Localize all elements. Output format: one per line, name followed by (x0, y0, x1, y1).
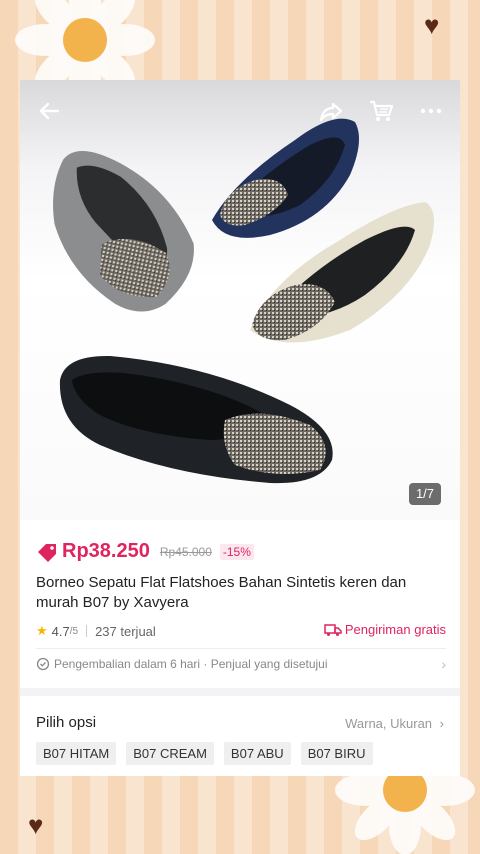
black-shoe (59, 355, 333, 484)
variant-chips: B07 HITAM B07 CREAM B07 ABU B07 BIRU (36, 742, 373, 765)
product-page: 1/7 Rp38.250 Rp45.000 -15% Borneo Sepatu… (20, 80, 460, 776)
back-arrow-icon[interactable] (34, 96, 64, 126)
share-icon[interactable] (316, 96, 346, 126)
grey-shoe (53, 150, 194, 312)
variant-chip-abu[interactable]: B07 ABU (223, 742, 291, 765)
discount-badge: -15% (219, 543, 254, 560)
more-icon[interactable] (416, 96, 446, 126)
heart-icon-bottom-left: ♥ (28, 810, 44, 840)
divider (36, 648, 446, 649)
original-price: Rp45.000 (159, 544, 212, 559)
product-image-gallery[interactable]: 1/7 (20, 80, 460, 520)
sold-count: 237 terjual (95, 623, 156, 639)
tag-icon (38, 543, 56, 562)
rating-row: ★ 4.7 /5 237 terjual Pengiriman gratis (36, 622, 446, 640)
truck-icon (324, 623, 342, 636)
options-heading: Pilih opsi (36, 714, 97, 731)
current-price: Rp38.250 (62, 540, 150, 562)
rating-max: /5 (69, 625, 79, 637)
return-policy-row[interactable]: Pengembalian dalam 6 hari · Penjual yang… (36, 653, 446, 675)
variant-chip-biru[interactable]: B07 BIRU (300, 742, 373, 765)
product-title: Borneo Sepatu Flat Flatshoes Bahan Sinte… (36, 574, 407, 611)
top-bar (20, 80, 460, 142)
variant-chip-hitam[interactable]: B07 HITAM (36, 742, 117, 765)
price-row: Rp38.250 Rp45.000 -15% (36, 540, 254, 563)
free-shipping-badge[interactable]: Pengiriman gratis (324, 622, 446, 637)
return-policy-text: Pengembalian dalam 6 hari · Penjual yang… (54, 657, 328, 671)
heart-icon-top-right: ♥ (424, 10, 440, 40)
chevron-right-icon: › (441, 656, 446, 672)
star-icon: ★ (36, 623, 48, 638)
shield-check-icon (36, 657, 50, 671)
variant-chip-cream[interactable]: B07 CREAM (126, 742, 214, 765)
options-summary-label: Warna, Ukuran (345, 716, 433, 731)
divider (86, 625, 88, 637)
product-info: Rp38.250 Rp45.000 -15% Borneo Sepatu Fla… (20, 520, 460, 688)
rating-value: 4.7 (51, 623, 70, 639)
image-counter: 1/7 (409, 483, 441, 505)
cart-icon[interactable] (366, 96, 396, 126)
options-section[interactable]: Pilih opsi Warna, Ukuran › B07 HITAM B07… (20, 696, 460, 776)
chevron-right-icon: › (439, 716, 444, 731)
options-summary[interactable]: Warna, Ukuran › (345, 716, 444, 731)
free-shipping-label: Pengiriman gratis (344, 622, 446, 637)
product-photo (53, 118, 434, 484)
